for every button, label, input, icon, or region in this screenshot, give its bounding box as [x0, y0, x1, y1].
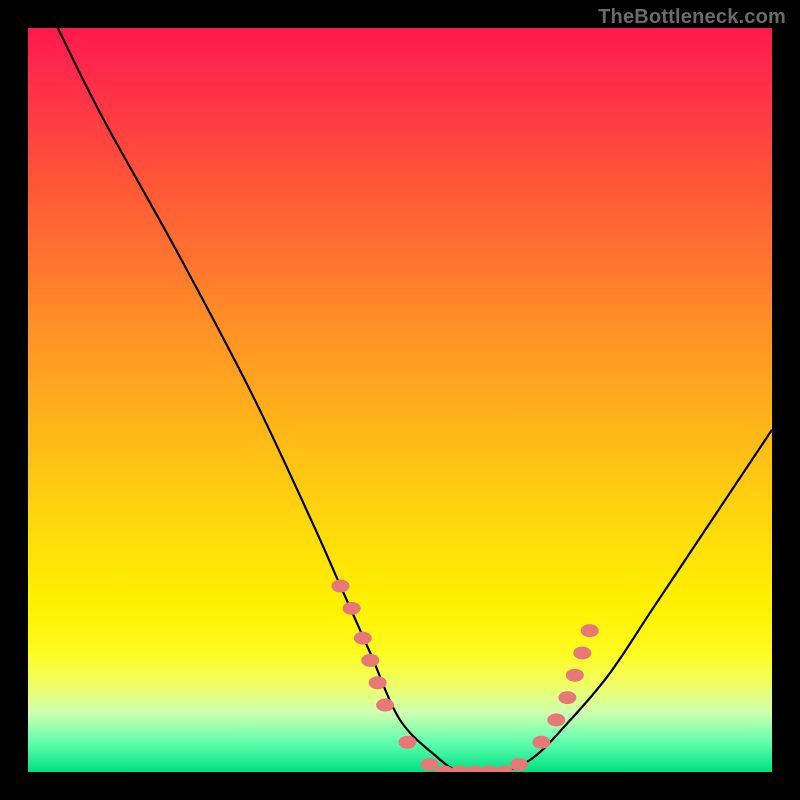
- highlight-point: [566, 669, 584, 682]
- highlight-point: [398, 736, 416, 749]
- highlight-point: [581, 624, 599, 637]
- highlight-point: [343, 602, 361, 615]
- highlight-point: [510, 758, 528, 771]
- chart-container: TheBottleneck.com: [0, 0, 800, 800]
- watermark-text: TheBottleneck.com: [598, 6, 786, 29]
- bottleneck-curve: [58, 28, 772, 772]
- highlight-point: [532, 736, 550, 749]
- highlight-point: [573, 646, 591, 659]
- chart-svg: [28, 28, 772, 772]
- highlight-point: [547, 713, 565, 726]
- highlight-point: [376, 699, 394, 712]
- highlight-point: [369, 676, 387, 689]
- highlight-point: [421, 758, 439, 771]
- highlight-points: [331, 580, 598, 773]
- highlight-point: [354, 632, 372, 645]
- highlight-point: [558, 691, 576, 704]
- highlight-point: [361, 654, 379, 667]
- plot-area: [28, 28, 772, 772]
- highlight-point: [331, 580, 349, 593]
